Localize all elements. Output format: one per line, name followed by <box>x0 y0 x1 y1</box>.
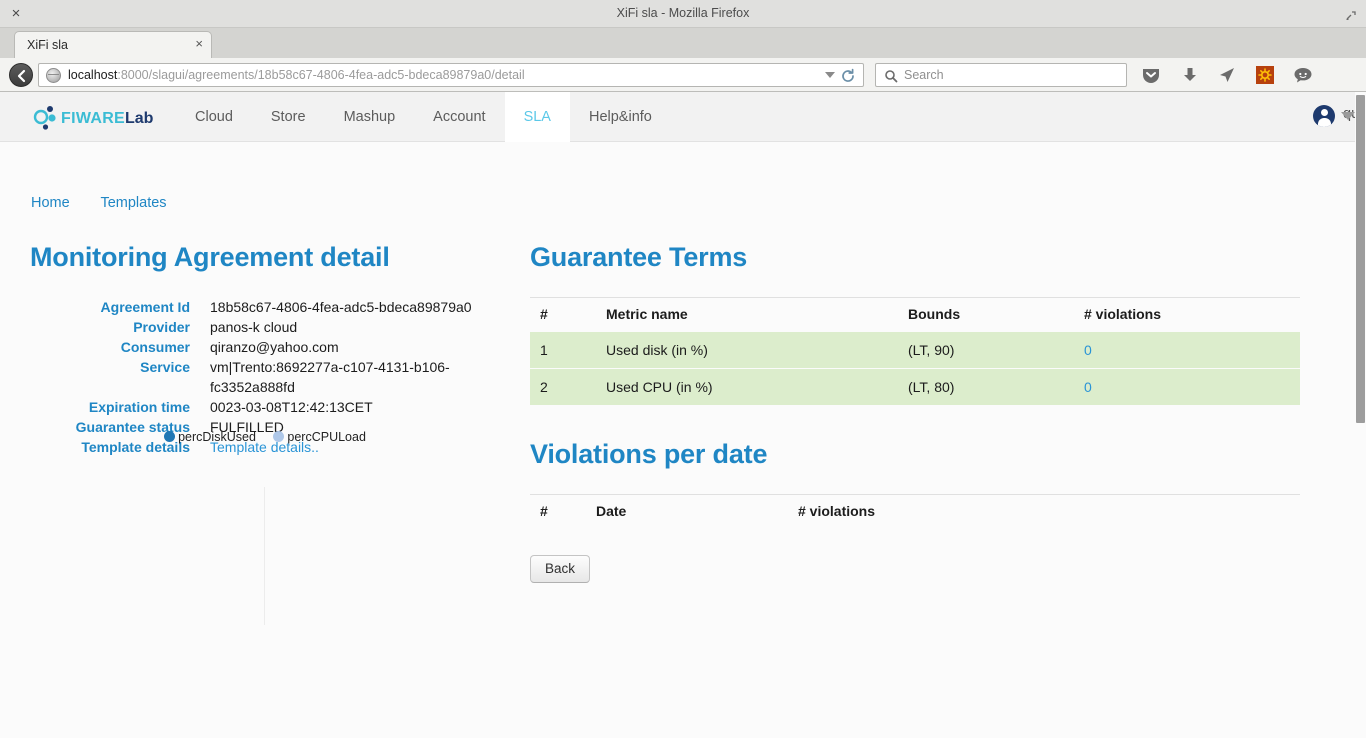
cell-violations: 0 <box>1074 368 1300 405</box>
detail-value: vm|Trento:8692277a-c107-4131-b106-fc3352… <box>210 359 450 395</box>
chat-icon[interactable] <box>1293 65 1313 85</box>
address-bar-dropdown-icon[interactable] <box>825 72 835 78</box>
detail-value: 0023-03-08T12:42:13CET <box>210 399 373 415</box>
metrics-chart: percDiskUsed percCPULoad <box>30 430 500 738</box>
legend-label: percDiskUsed <box>178 430 256 444</box>
addon-icon[interactable] <box>1255 65 1275 85</box>
nav-item-sla[interactable]: SLA <box>504 92 570 142</box>
detail-row-service: Service vm|Trento:8692277a-c107-4131-b10… <box>30 357 500 397</box>
browser-tab-strip: XiFi sla × <box>0 28 1366 77</box>
chart-legend: percDiskUsed percCPULoad <box>30 430 500 444</box>
breadcrumb-item-templates[interactable]: Templates <box>100 195 166 211</box>
url-path: :8000/slagui/agreements/18b58c67-4806-4f… <box>117 68 525 82</box>
browser-tab[interactable]: XiFi sla × <box>14 31 212 58</box>
detail-value: qiranzo@yahoo.com <box>210 339 339 355</box>
column-header-metric: Metric name <box>596 297 898 332</box>
back-button[interactable] <box>9 63 33 87</box>
legend-item-percdiskused[interactable]: percDiskUsed <box>164 430 256 444</box>
svg-text:FIWARE: FIWARE <box>61 110 125 127</box>
nav-item-store[interactable]: Store <box>252 92 325 142</box>
violations-per-date-table: # Date # violations <box>530 494 1300 529</box>
page-favicon-icon <box>46 68 61 83</box>
column-header-violations: # violations <box>1074 297 1300 332</box>
detail-label: Provider <box>133 319 190 335</box>
detail-label: Service <box>140 359 190 375</box>
violations-link[interactable]: 0 <box>1084 379 1092 395</box>
legend-label: percCPULoad <box>287 430 366 444</box>
table-header-row: # Date # violations <box>530 494 1300 529</box>
svg-text:Lab: Lab <box>125 110 154 127</box>
detail-value: 18b58c67-4806-4fea-adc5-bdeca89879a0 <box>210 299 472 315</box>
back-button[interactable]: Back <box>530 555 591 583</box>
column-header-index: # <box>530 297 596 332</box>
search-bar[interactable]: Search <box>875 63 1127 87</box>
cell-index: 1 <box>530 331 596 369</box>
send-tab-icon[interactable] <box>1217 65 1237 85</box>
nav-item-account[interactable]: Account <box>414 92 504 142</box>
search-placeholder: Search <box>904 68 944 82</box>
cell-bounds: (LT, 90) <box>898 331 1074 369</box>
breadcrumb: Home Templates <box>31 195 194 211</box>
detail-row-provider: Provider panos-k cloud <box>30 317 500 337</box>
detail-label: Expiration time <box>88 399 190 415</box>
window-restore-icon[interactable] <box>1344 8 1358 22</box>
browser-tab-label: XiFi sla <box>27 38 68 52</box>
nav-item-helpinfo[interactable]: Help&info <box>570 92 671 142</box>
cell-index: 2 <box>530 368 596 405</box>
table-row: 1 Used disk (in %) (LT, 90) 0 <box>530 331 1300 369</box>
search-icon <box>884 69 898 83</box>
reload-icon[interactable] <box>840 68 856 84</box>
page-scrollbar-thumb[interactable] <box>1356 95 1365 423</box>
legend-swatch-dot-icon <box>164 431 176 442</box>
tab-close-icon[interactable]: × <box>195 36 203 51</box>
legend-item-perccpuload[interactable]: percCPULoad <box>273 430 366 444</box>
browser-navigation-bar: localhost:8000/slagui/agreements/18b58c6… <box>0 58 1366 144</box>
address-bar[interactable]: localhost:8000/slagui/agreements/18b58c6… <box>38 63 864 87</box>
avatar-icon <box>1313 105 1335 127</box>
window-titlebar: × XiFi sla - Mozilla Firefox <box>0 0 1366 28</box>
detail-label: Consumer <box>120 339 190 355</box>
page-title: Monitoring Agreement detail <box>30 242 390 272</box>
fiware-lab-logo[interactable]: FIWARE Lab <box>33 102 163 132</box>
agreement-detail-panel: Monitoring Agreement detail Agreement Id… <box>30 242 500 457</box>
column-header-date: Date <box>586 494 788 529</box>
guarantee-terms-title: Guarantee Terms <box>530 242 748 272</box>
fiware-nav-menu: Cloud Store Mashup Account SLA Help&info <box>176 92 671 142</box>
detail-row-agreement-id: Agreement Id 18b58c67-4806-4fea-adc5-bde… <box>30 297 500 317</box>
column-header-violations: # violations <box>788 494 1300 529</box>
breadcrumb-item-home[interactable]: Home <box>31 195 70 211</box>
download-icon[interactable] <box>1180 65 1200 85</box>
terms-panel: Guarantee Terms # Metric name Bounds # v… <box>530 242 1300 583</box>
cell-bounds: (LT, 80) <box>898 368 1074 405</box>
table-row: 2 Used CPU (in %) (LT, 80) 0 <box>530 368 1300 405</box>
detail-label: Agreement Id <box>100 299 190 315</box>
cell-metric: Used CPU (in %) <box>596 368 898 405</box>
url-host: localhost <box>68 68 118 82</box>
guarantee-terms-table: # Metric name Bounds # violations 1 Used… <box>530 297 1300 405</box>
column-header-bounds: Bounds <box>898 297 1074 332</box>
violations-link[interactable]: 0 <box>1084 342 1092 358</box>
detail-value: panos-k cloud <box>210 319 298 335</box>
address-bar-url: localhost:8000/slagui/agreements/18b58c6… <box>68 68 525 82</box>
page-viewport: FIWARE Lab Cloud Store Mashup Account SL… <box>0 92 1355 738</box>
user-menu-chevron-down-icon[interactable] <box>1341 112 1355 120</box>
detail-row-consumer: Consumer qiranzo@yahoo.com <box>30 337 500 357</box>
violations-per-date-title: Violations per date <box>530 439 768 469</box>
fiware-navbar: FIWARE Lab Cloud Store Mashup Account SL… <box>0 92 1355 142</box>
cell-metric: Used disk (in %) <box>596 331 898 369</box>
chart-y-axis <box>264 487 265 625</box>
nav-item-cloud[interactable]: Cloud <box>176 92 252 142</box>
table-header-row: # Metric name Bounds # violations <box>530 297 1300 332</box>
column-header-index: # <box>530 494 586 529</box>
cell-violations: 0 <box>1074 331 1300 369</box>
window-title: XiFi sla - Mozilla Firefox <box>616 6 750 20</box>
pocket-icon[interactable] <box>1141 65 1161 85</box>
legend-swatch-dot-icon <box>273 431 285 442</box>
nav-item-mashup[interactable]: Mashup <box>325 92 415 142</box>
detail-row-expiration-time: Expiration time 0023-03-08T12:42:13CET <box>30 397 500 417</box>
